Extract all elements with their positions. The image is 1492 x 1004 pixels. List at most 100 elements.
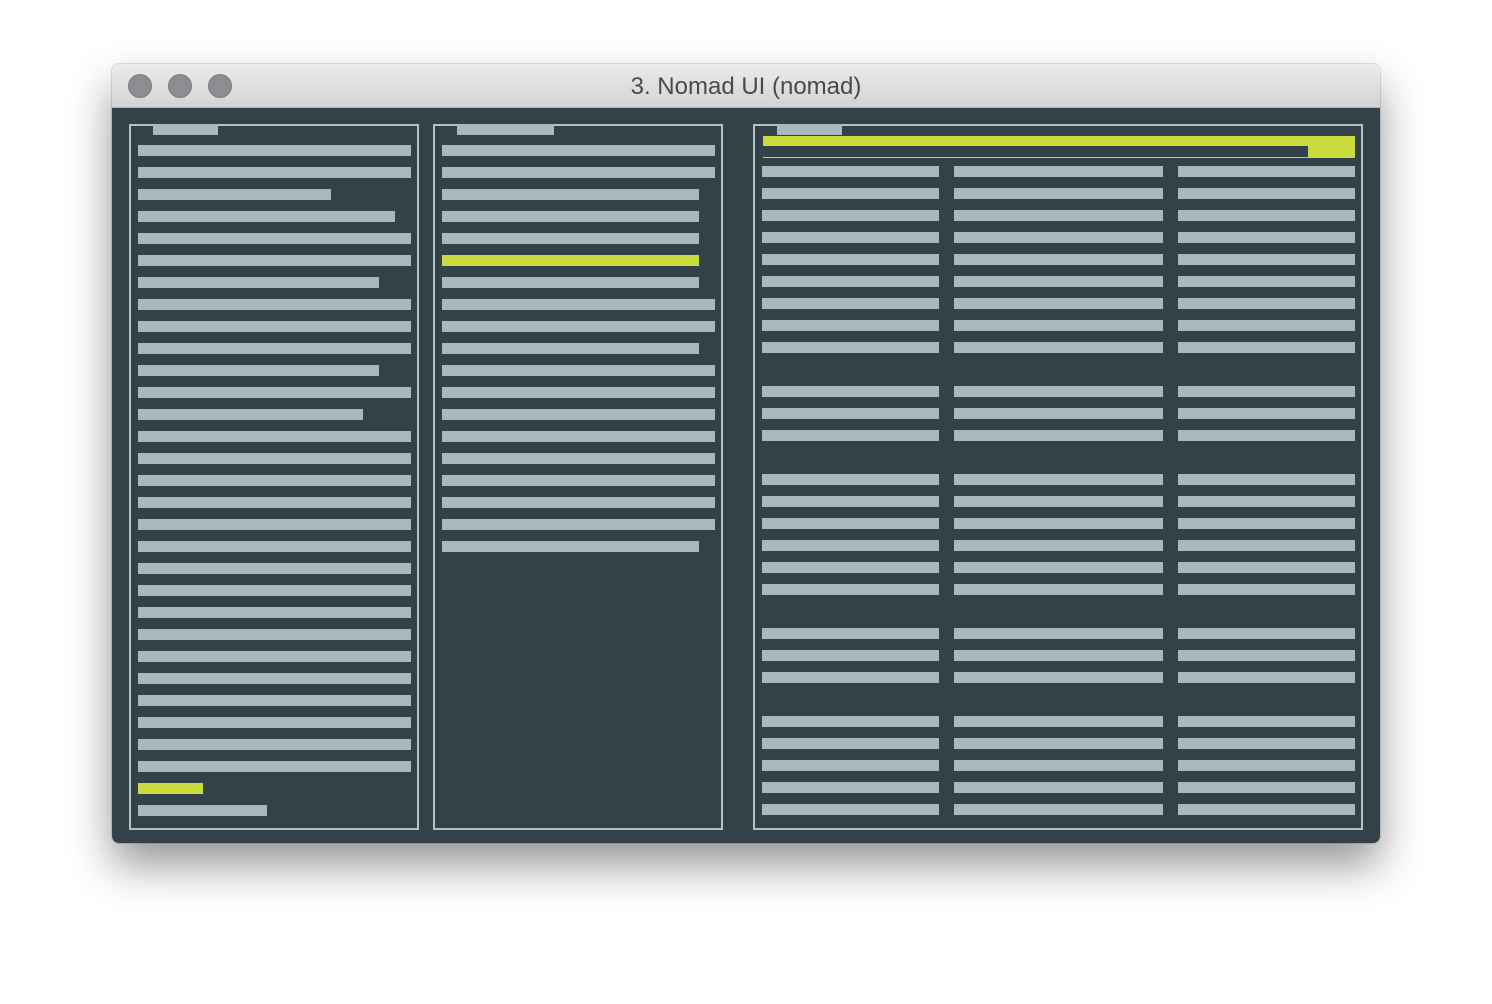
list-item[interactable] bbox=[138, 431, 411, 442]
list-item[interactable] bbox=[442, 431, 715, 442]
list-item[interactable] bbox=[442, 475, 715, 486]
table-cell[interactable] bbox=[954, 188, 1163, 199]
table-cell[interactable] bbox=[762, 386, 939, 397]
table-cell[interactable] bbox=[762, 672, 939, 683]
table-cell[interactable] bbox=[1178, 738, 1355, 749]
table-cell[interactable] bbox=[1178, 386, 1355, 397]
table-cell[interactable] bbox=[1178, 408, 1355, 419]
list-item[interactable] bbox=[138, 233, 411, 244]
table-cell[interactable] bbox=[954, 386, 1163, 397]
table-cell[interactable] bbox=[954, 650, 1163, 661]
list-item[interactable] bbox=[138, 673, 411, 684]
table-cell[interactable] bbox=[954, 628, 1163, 639]
table-cell[interactable] bbox=[954, 496, 1163, 507]
list-item[interactable] bbox=[138, 343, 411, 354]
list-item[interactable] bbox=[138, 277, 379, 288]
table-cell[interactable] bbox=[762, 760, 939, 771]
table-cell[interactable] bbox=[954, 276, 1163, 287]
right-pane-selected-row[interactable] bbox=[763, 136, 1355, 158]
list-item[interactable] bbox=[442, 277, 699, 288]
table-cell[interactable] bbox=[1178, 342, 1355, 353]
table-cell[interactable] bbox=[954, 474, 1163, 485]
list-item[interactable] bbox=[138, 321, 411, 332]
list-item[interactable] bbox=[442, 299, 715, 310]
table-cell[interactable] bbox=[954, 518, 1163, 529]
list-item[interactable] bbox=[138, 585, 411, 596]
table-cell[interactable] bbox=[954, 210, 1163, 221]
table-cell[interactable] bbox=[1178, 276, 1355, 287]
table-cell[interactable] bbox=[1178, 760, 1355, 771]
title-bar[interactable]: 3. Nomad UI (nomad) bbox=[112, 64, 1380, 108]
table-cell[interactable] bbox=[954, 738, 1163, 749]
table-cell[interactable] bbox=[1178, 210, 1355, 221]
list-item[interactable] bbox=[138, 519, 411, 530]
list-item[interactable] bbox=[442, 541, 699, 552]
table-cell[interactable] bbox=[1178, 254, 1355, 265]
table-cell[interactable] bbox=[954, 716, 1163, 727]
table-cell[interactable] bbox=[954, 232, 1163, 243]
list-item[interactable] bbox=[442, 167, 715, 178]
table-cell[interactable] bbox=[1178, 320, 1355, 331]
table-cell[interactable] bbox=[1178, 518, 1355, 529]
table-cell[interactable] bbox=[954, 540, 1163, 551]
list-item[interactable] bbox=[138, 541, 411, 552]
list-item[interactable] bbox=[138, 299, 411, 310]
table-cell[interactable] bbox=[762, 210, 939, 221]
table-cell[interactable] bbox=[1178, 782, 1355, 793]
table-cell[interactable] bbox=[762, 540, 939, 551]
list-item[interactable] bbox=[138, 695, 411, 706]
table-cell[interactable] bbox=[1178, 188, 1355, 199]
table-cell[interactable] bbox=[1178, 562, 1355, 573]
table-cell[interactable] bbox=[954, 254, 1163, 265]
table-cell[interactable] bbox=[1178, 298, 1355, 309]
list-item[interactable] bbox=[442, 189, 699, 200]
list-item[interactable] bbox=[442, 453, 715, 464]
list-item[interactable] bbox=[442, 365, 715, 376]
table-cell[interactable] bbox=[762, 518, 939, 529]
table-cell[interactable] bbox=[762, 320, 939, 331]
list-item[interactable] bbox=[442, 211, 699, 222]
list-item[interactable] bbox=[138, 739, 411, 750]
table-cell[interactable] bbox=[762, 408, 939, 419]
table-cell[interactable] bbox=[954, 166, 1163, 177]
list-item[interactable] bbox=[138, 167, 411, 178]
table-cell[interactable] bbox=[762, 496, 939, 507]
table-cell[interactable] bbox=[954, 672, 1163, 683]
table-cell[interactable] bbox=[762, 782, 939, 793]
list-item[interactable] bbox=[138, 189, 331, 200]
list-item[interactable] bbox=[138, 497, 411, 508]
table-cell[interactable] bbox=[954, 320, 1163, 331]
table-cell[interactable] bbox=[762, 232, 939, 243]
table-cell[interactable] bbox=[762, 474, 939, 485]
list-item[interactable] bbox=[138, 717, 411, 728]
table-cell[interactable] bbox=[762, 254, 939, 265]
list-item[interactable] bbox=[138, 651, 411, 662]
table-cell[interactable] bbox=[954, 562, 1163, 573]
table-cell[interactable] bbox=[1178, 166, 1355, 177]
table-cell[interactable] bbox=[762, 188, 939, 199]
list-item[interactable] bbox=[442, 321, 715, 332]
table-cell[interactable] bbox=[954, 342, 1163, 353]
table-cell[interactable] bbox=[1178, 804, 1355, 815]
table-cell[interactable] bbox=[762, 716, 939, 727]
list-item[interactable] bbox=[442, 409, 715, 420]
list-item[interactable] bbox=[138, 563, 411, 574]
list-item[interactable] bbox=[442, 233, 699, 244]
table-cell[interactable] bbox=[762, 562, 939, 573]
list-item[interactable] bbox=[138, 145, 411, 156]
table-cell[interactable] bbox=[1178, 232, 1355, 243]
list-item[interactable] bbox=[138, 409, 363, 420]
table-cell[interactable] bbox=[954, 782, 1163, 793]
table-cell[interactable] bbox=[1178, 474, 1355, 485]
list-item[interactable] bbox=[442, 145, 715, 156]
list-item[interactable] bbox=[138, 805, 267, 816]
table-cell[interactable] bbox=[1178, 496, 1355, 507]
table-cell[interactable] bbox=[762, 628, 939, 639]
table-cell[interactable] bbox=[762, 584, 939, 595]
list-item[interactable] bbox=[442, 497, 715, 508]
list-item[interactable] bbox=[442, 255, 699, 266]
table-cell[interactable] bbox=[762, 804, 939, 815]
table-cell[interactable] bbox=[762, 430, 939, 441]
list-item[interactable] bbox=[138, 211, 395, 222]
table-cell[interactable] bbox=[1178, 650, 1355, 661]
